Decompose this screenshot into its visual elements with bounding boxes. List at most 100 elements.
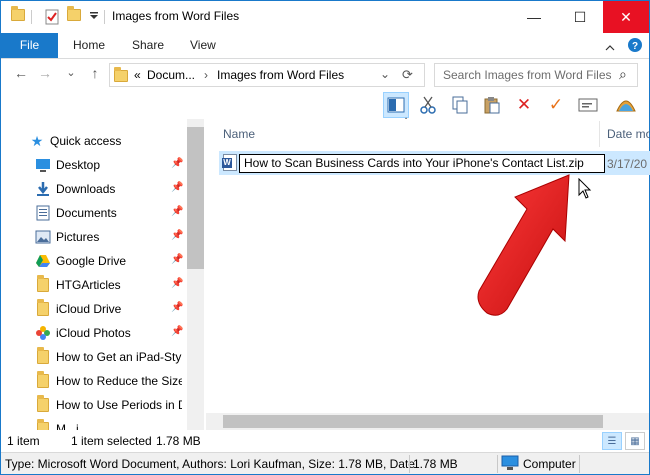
folder-icon xyxy=(35,371,51,389)
close-button[interactable]: ✕ xyxy=(603,1,649,33)
ribbon-tabs: File Home Share View ? xyxy=(1,33,649,59)
icloud-photos-icon xyxy=(35,325,51,341)
item-count: 1 item xyxy=(7,434,40,448)
rename-field[interactable]: How to Scan Business Cards into Your iPh… xyxy=(239,154,605,173)
recent-locations-icon[interactable]: ⌄ xyxy=(63,65,79,81)
properties-check-icon[interactable] xyxy=(45,9,59,25)
selected-size: 1.78 MB xyxy=(156,434,201,448)
address-dropdown-icon[interactable]: ⌄ xyxy=(380,67,390,81)
divider xyxy=(497,455,498,473)
new-folder-icon[interactable] xyxy=(67,6,81,21)
properties-icon[interactable] xyxy=(613,92,639,118)
refresh-icon[interactable]: ⟳ xyxy=(402,67,413,83)
pictures-icon xyxy=(35,229,51,245)
computer-icon xyxy=(501,455,519,474)
sidebar-item-icloud-photos[interactable]: iCloud Photos 📌 xyxy=(1,321,187,345)
details-size: 1.78 MB xyxy=(413,457,458,471)
preview-pane-icon[interactable] xyxy=(383,92,409,118)
pin-icon[interactable]: 📌 xyxy=(171,326,183,337)
divider xyxy=(409,455,410,473)
quick-access-label: Quick access xyxy=(50,134,122,148)
location-label: Computer xyxy=(523,457,576,471)
sidebar-item-desktop[interactable]: Desktop 📌 xyxy=(1,153,187,177)
file-date: 3/17/20 xyxy=(607,157,648,171)
tab-file[interactable]: File xyxy=(1,33,58,58)
sidebar-item-label: Documents xyxy=(56,206,117,220)
pin-icon[interactable]: 📌 xyxy=(171,206,183,217)
quick-access[interactable]: ★ Quick access xyxy=(1,129,187,153)
breadcrumb-separator[interactable]: › xyxy=(204,68,208,82)
selected-count: 1 item selected xyxy=(71,434,152,448)
folder-icon[interactable] xyxy=(11,6,25,21)
divider xyxy=(579,455,580,473)
address-bar[interactable]: « Docum... › Images from Word Files ⌄ ⟳ xyxy=(109,63,425,87)
sidebar-item-google-drive[interactable]: Google Drive 📌 xyxy=(1,249,187,273)
desktop-icon xyxy=(35,157,51,173)
column-divider[interactable] xyxy=(599,121,600,147)
column-header-date[interactable]: Date mo xyxy=(607,127,650,141)
folder-icon xyxy=(35,275,51,293)
divider xyxy=(104,10,105,24)
details-bar: Type: Microsoft Word Document, Authors: … xyxy=(1,452,649,474)
horizontal-scrollbar-thumb[interactable] xyxy=(223,415,603,428)
window-title: Images from Word Files xyxy=(112,9,240,23)
pin-icon[interactable]: 📌 xyxy=(171,278,183,289)
word-document-icon xyxy=(222,154,237,171)
sidebar-item-label: How to Use Periods in Da xyxy=(56,398,182,412)
sidebar-item-documents[interactable]: Documents 📌 xyxy=(1,201,187,225)
sidebar-item-ipad-style[interactable]: How to Get an iPad-Style xyxy=(1,345,187,369)
details-view-icon[interactable]: ☰ xyxy=(602,432,622,450)
folder-icon xyxy=(35,299,51,317)
search-input[interactable]: Search Images from Word Files ⌕ xyxy=(434,63,638,87)
pin-icon[interactable]: 📌 xyxy=(171,302,183,313)
customize-toolbar-icon[interactable] xyxy=(89,11,99,21)
sidebar-item-label: HTGArticles xyxy=(56,278,121,292)
pin-icon[interactable]: 📌 xyxy=(171,230,183,241)
maximize-button[interactable]: ☐ xyxy=(557,1,603,33)
sidebar-item-reduce-size[interactable]: How to Reduce the Size o xyxy=(1,369,187,393)
sidebar-item-use-periods[interactable]: How to Use Periods in Da xyxy=(1,393,187,417)
sidebar-item-label: iCloud Photos xyxy=(56,326,131,340)
status-bar: 1 item 1 item selected 1.78 MB ☰ ▦ xyxy=(1,430,649,452)
column-header-name[interactable]: Name xyxy=(223,127,255,141)
sidebar-item-label: Desktop xyxy=(56,158,101,172)
star-icon: ★ xyxy=(30,132,44,149)
large-icons-view-icon[interactable]: ▦ xyxy=(625,432,645,450)
tab-home[interactable]: Home xyxy=(73,33,105,58)
search-icon: ⌕ xyxy=(619,66,627,82)
breadcrumb-documents[interactable]: Docum... xyxy=(147,68,195,82)
paste-icon[interactable] xyxy=(479,92,505,118)
address-overflow[interactable]: « xyxy=(134,68,141,82)
cursor-icon xyxy=(578,178,592,199)
nav-scrollbar-thumb[interactable] xyxy=(187,127,204,269)
downloads-icon xyxy=(35,181,51,197)
documents-icon xyxy=(35,205,51,221)
pin-icon[interactable]: 📌 xyxy=(171,182,183,193)
sidebar-item-htgarticles[interactable]: HTGArticles 📌 xyxy=(1,273,187,297)
delete-icon[interactable]: ✕ xyxy=(511,92,537,118)
copy-icon[interactable] xyxy=(447,92,473,118)
back-icon[interactable]: ← xyxy=(13,65,29,81)
sidebar-item-icloud-drive[interactable]: iCloud Drive 📌 xyxy=(1,297,187,321)
divider xyxy=(31,10,32,24)
check-icon[interactable]: ✓ xyxy=(543,92,569,118)
sidebar-item-downloads[interactable]: Downloads 📌 xyxy=(1,177,187,201)
forward-icon[interactable]: → xyxy=(37,65,53,81)
breadcrumb-current[interactable]: Images from Word Files xyxy=(217,68,344,82)
sidebar-item-pictures[interactable]: Pictures 📌 xyxy=(1,225,187,249)
up-icon[interactable]: ↑ xyxy=(87,65,103,81)
sidebar-item-partial[interactable]: M...i... xyxy=(1,417,187,430)
folder-icon xyxy=(114,66,128,82)
title-bar: Images from Word Files — ☐ ✕ xyxy=(1,1,649,33)
pin-icon[interactable]: 📌 xyxy=(171,158,183,169)
folder-icon xyxy=(35,395,51,413)
tab-share[interactable]: Share xyxy=(132,33,164,58)
rename-icon[interactable] xyxy=(575,92,601,118)
minimize-button[interactable]: — xyxy=(511,1,557,33)
pin-icon[interactable]: 📌 xyxy=(171,254,183,265)
cut-icon[interactable] xyxy=(415,92,441,118)
explorer-window: Images from Word Files — ☐ ✕ File Home S… xyxy=(0,0,650,475)
tab-view[interactable]: View xyxy=(190,33,216,58)
quick-toolbar: ✕ ✓ ^ xyxy=(1,89,649,126)
sidebar-item-label: Downloads xyxy=(56,182,116,196)
